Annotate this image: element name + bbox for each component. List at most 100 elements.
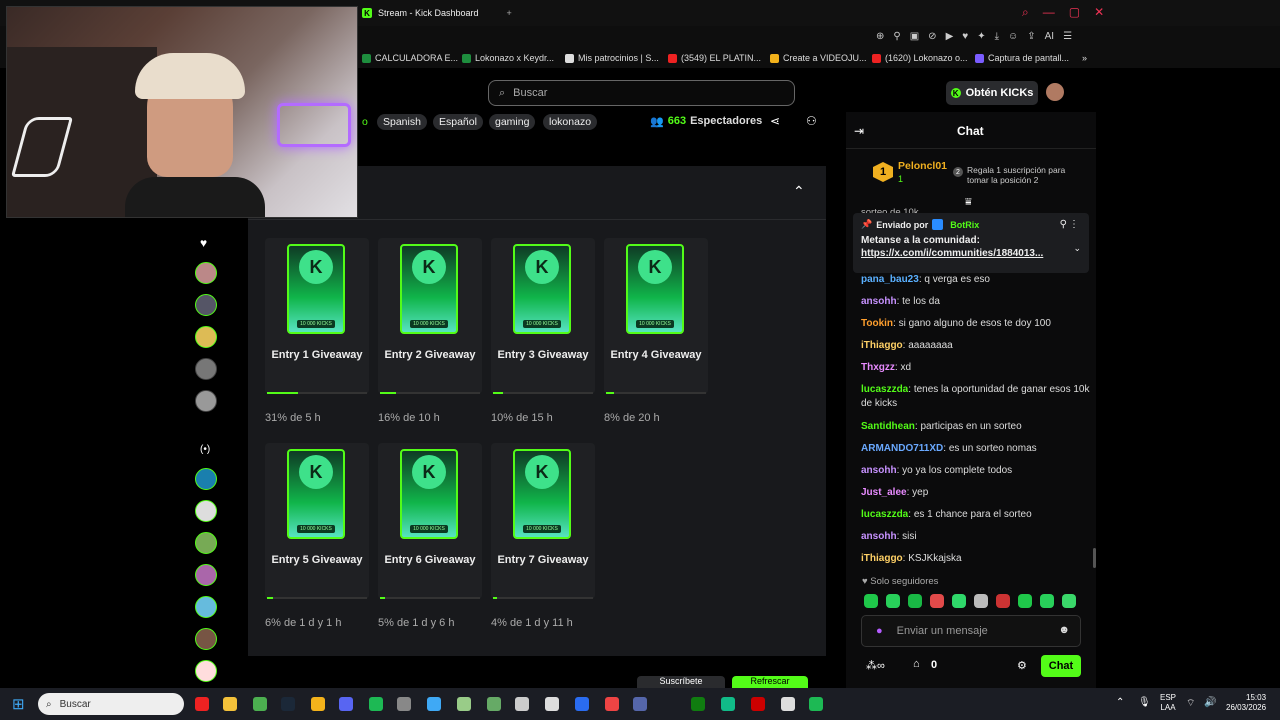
giveaway-card[interactable]: K 10 000 KICKS Entry 6 Giveaway (378, 443, 482, 599)
download-icon[interactable]: ⤓ (995, 31, 999, 42)
bookmark-item[interactable]: Mis patrocinios | S... (565, 53, 659, 63)
new-tab-icon[interactable]: + (507, 8, 512, 18)
store-icon[interactable]: ⌂ (913, 658, 920, 670)
chat-username[interactable]: ansohh (861, 531, 897, 542)
controller-icon[interactable] (487, 697, 501, 711)
bookmark-item[interactable]: Create a VIDEOJU... (770, 53, 867, 63)
zoom-icon[interactable]: ⊕ (876, 31, 884, 42)
send-chat-button[interactable]: Chat (1041, 655, 1081, 677)
giveaway-card[interactable]: K 10 000 KICKS Entry 1 Giveaway (265, 238, 369, 394)
red-app-icon[interactable] (605, 697, 619, 711)
chat-username[interactable]: lucaszzda (861, 509, 908, 520)
category-label[interactable]: o (362, 116, 368, 128)
collapse-chevron-icon[interactable]: ⌃ (793, 183, 805, 200)
game-icon[interactable] (457, 697, 471, 711)
emote-icon[interactable] (886, 594, 900, 608)
play-icon[interactable]: ▶ (946, 31, 954, 42)
giveaway-card[interactable]: K 10 000 KICKS Entry 2 Giveaway (378, 238, 482, 394)
channel-avatar[interactable] (195, 532, 217, 554)
channel-avatar[interactable] (195, 326, 217, 348)
language-indicator[interactable]: ESP LAA (1160, 693, 1176, 713)
chrome-icon[interactable] (253, 697, 267, 711)
wifi-icon[interactable]: ⌔ (1186, 697, 1195, 710)
bookmark-item[interactable]: (3549) EL PLATIN... (668, 53, 761, 63)
channel-avatar[interactable] (195, 390, 217, 412)
browser-tab[interactable]: K Stream - Kick Dashboard + (362, 4, 512, 22)
giveaway-card[interactable]: K 10 000 KICKS Entry 4 Giveaway (604, 238, 708, 394)
expand-chevron-icon[interactable]: ⌄ (1073, 243, 1081, 254)
bookmark-item[interactable]: Lokonazo x Keydr... (462, 53, 554, 63)
car-game-icon[interactable] (515, 697, 529, 711)
clock[interactable]: 15:03 26/03/2026 (1226, 693, 1266, 713)
camera-icon[interactable] (781, 697, 795, 711)
chat-settings-gear-icon[interactable]: ⚙ (1017, 659, 1027, 672)
follow-user-icon[interactable]: ⚇ (806, 114, 817, 128)
channel-avatar[interactable] (195, 596, 217, 618)
heart-icon[interactable]: ♥ (962, 31, 968, 42)
emote-icon[interactable] (1062, 594, 1076, 608)
taskbar-search[interactable]: ⌕ Buscar (38, 693, 184, 715)
emoji-picker-icon[interactable]: ☻ (1058, 624, 1070, 636)
emote-icon[interactable] (930, 594, 944, 608)
bookmark-item[interactable]: (1620) Lokonazo o... (872, 53, 968, 63)
video-app-icon[interactable] (751, 697, 765, 711)
leader-name[interactable]: Peloncl01 (898, 160, 947, 172)
pinned-link[interactable]: https://x.com/i/communities/1884013... (861, 248, 1081, 259)
search-input[interactable]: ⌕ Buscar (488, 80, 795, 106)
chat-username[interactable]: iThiaggo (861, 553, 903, 564)
emote-icon[interactable] (996, 594, 1010, 608)
tag-chip[interactable]: lokonazo (543, 114, 598, 130)
opera-icon[interactable] (195, 697, 209, 711)
tray-chevron-icon[interactable]: ⌃ (1116, 697, 1124, 708)
channel-avatar[interactable] (195, 468, 217, 490)
tag-chip[interactable]: Español (433, 114, 483, 130)
mic-tray-icon[interactable]: 🎙 (1138, 697, 1151, 708)
mic-icon[interactable]: ● (876, 625, 883, 637)
expand-leaderboard-icon[interactable]: ⩸ (965, 196, 972, 209)
channel-avatar[interactable] (195, 628, 217, 650)
shield-app-icon[interactable] (311, 697, 325, 711)
subscribe-button[interactable]: Suscríbete (637, 676, 725, 688)
channel-avatar[interactable] (195, 660, 217, 682)
screenshot-icon[interactable]: ▣ (910, 31, 919, 42)
writer-icon[interactable] (633, 697, 647, 711)
maximize-icon[interactable]: ▢ (1069, 5, 1080, 20)
ai-button[interactable]: AI (1045, 31, 1054, 42)
chat-username[interactable]: Santidhean (861, 421, 915, 432)
giveaway-card[interactable]: K 10 000 KICKS Entry 5 Giveaway (265, 443, 369, 599)
xbox-icon[interactable] (691, 697, 705, 711)
emote-icon[interactable] (1018, 594, 1032, 608)
channel-avatar[interactable] (195, 262, 217, 284)
share-icon[interactable]: ⇪ (1027, 31, 1035, 42)
user-avatar[interactable] (1046, 83, 1064, 101)
channel-avatar[interactable] (195, 358, 217, 380)
extensions-icon[interactable]: ✦ (977, 31, 985, 42)
unpin-icon[interactable]: ⚲ (1060, 219, 1067, 230)
chat-input[interactable]: ● Enviar un mensaje ☻ (861, 615, 1081, 647)
shield-blue-icon[interactable] (575, 697, 589, 711)
chat-scrollbar[interactable] (1093, 548, 1096, 568)
chat-username[interactable]: ansohh (861, 465, 897, 476)
bookmark-item[interactable]: CALCULADORA E... (362, 53, 458, 63)
collapse-chat-icon[interactable]: ⇥ (854, 124, 864, 138)
block-icon[interactable]: ⊘ (928, 31, 936, 42)
windows-start-icon[interactable]: ⊞ (12, 695, 25, 713)
channel-avatar[interactable] (195, 564, 217, 586)
discord-icon[interactable] (339, 697, 353, 711)
close-icon[interactable]: ✕ (1094, 5, 1104, 20)
refresh-button[interactable]: Refrescar (732, 676, 808, 688)
app-icon[interactable] (545, 697, 559, 711)
giveaway-card[interactable]: K 10 000 KICKS Entry 3 Giveaway (491, 238, 595, 394)
more-bookmarks-icon[interactable]: » (1082, 53, 1087, 63)
menu-icon[interactable]: ☰ (1063, 31, 1072, 42)
chat-username[interactable]: ansohh (861, 296, 897, 307)
notes-icon[interactable] (427, 697, 441, 711)
gift-sub-cta[interactable]: Regala 1 suscripción para tomar la posic… (967, 165, 1077, 185)
steam-icon[interactable] (281, 697, 295, 711)
more-options-icon[interactable]: ⋮ (1069, 219, 1079, 230)
search-tabs-icon[interactable]: ⌕ (1022, 5, 1029, 20)
profile-icon[interactable]: ☺ (1008, 31, 1018, 42)
chat-username[interactable]: pana_bau23 (861, 274, 919, 285)
file-explorer-icon[interactable] (223, 697, 237, 711)
share-icon[interactable]: ⋖ (770, 114, 780, 128)
